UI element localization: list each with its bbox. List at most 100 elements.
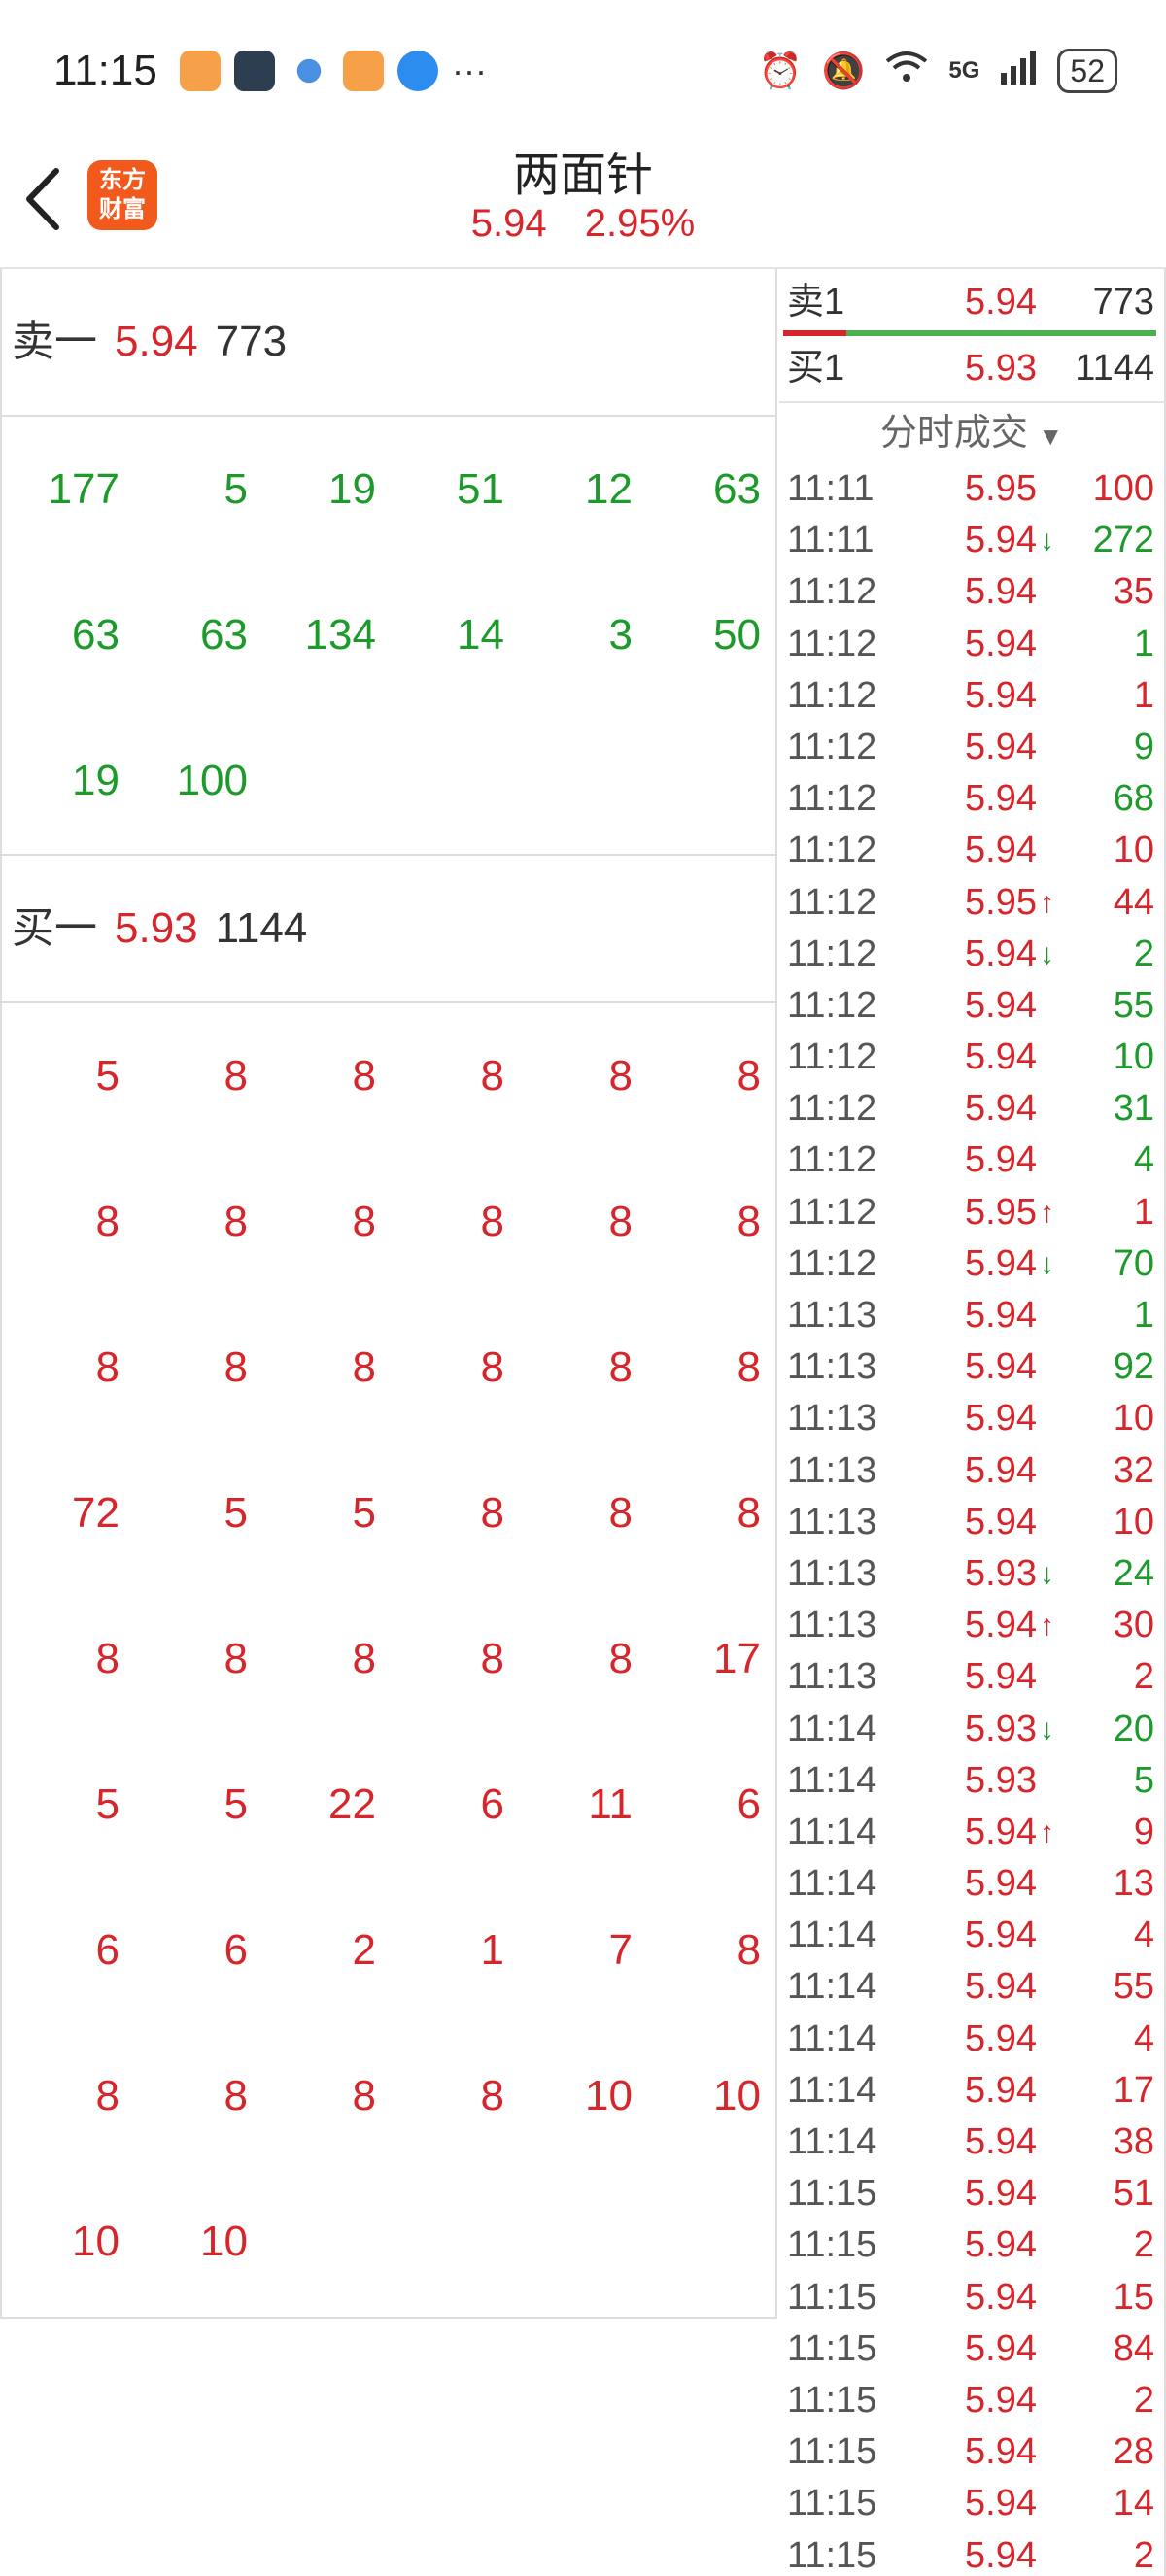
arrow-down-icon: ↓ (1040, 937, 1054, 970)
sell-queue-cell: 19 (72, 757, 120, 804)
trade-price: 5.94 (965, 1863, 1037, 1905)
trade-price: 5.93 (965, 1708, 1037, 1749)
trade-price: 5.94 (965, 2224, 1037, 2266)
buy-queue-cell: 8 (608, 1635, 633, 1682)
buy-queue-cell: 8 (223, 2072, 248, 2119)
trade-row: 11:13 5.94 10 (779, 1497, 1164, 1548)
trade-price: 5.94 (965, 2379, 1037, 2421)
buy-queue-cell: 5 (95, 1052, 120, 1100)
buy-queue-cell: 8 (352, 2072, 376, 2119)
sell-queue-cell: 50 (713, 611, 761, 659)
trade-row: 11:14 5.94 4 (779, 2014, 1164, 2065)
trade-volume: 100 (1092, 468, 1154, 509)
trade-volume: 15 (1113, 2276, 1154, 2318)
trade-price: 5.95 (965, 881, 1037, 923)
trade-price: 5.94 (965, 2483, 1037, 2525)
buy-queue-cell: 8 (480, 1198, 504, 1245)
trade-row: 11:14 5.94 17 (779, 2065, 1164, 2117)
trade-volume: 84 (1113, 2327, 1154, 2369)
trade-price: 5.94 (965, 1088, 1037, 1130)
sell-queue-cell: 63 (713, 465, 761, 513)
sell-queue-row: 177 5 19 51 12 63 (2, 417, 775, 562)
trade-price: 5.93 (965, 1759, 1037, 1801)
buy-queue-cell: 8 (608, 1343, 633, 1391)
chevron-left-icon (26, 168, 59, 230)
trade-volume: 55 (1113, 1966, 1154, 2008)
trade-volume: 4 (1133, 1915, 1154, 1956)
trade-row: 11:12 5.94 35 (779, 566, 1164, 618)
trade-volume: 4 (1133, 2017, 1154, 2059)
stock-header: 两面针 5.94 2.95% 东方 财富 (0, 136, 1166, 267)
eastmoney-logo[interactable]: 东方 财富 (87, 160, 157, 230)
trade-volume: 10 (1113, 1036, 1154, 1078)
buy-queue-row: 8 8 8 8 10 10 (2, 2023, 775, 2169)
trade-row: 11:12 5.94 ↓ 70 (779, 1238, 1164, 1290)
trade-price: 5.94 (965, 1966, 1037, 2008)
buy-queue-cell: 8 (95, 1635, 120, 1682)
wifi-icon (884, 50, 929, 93)
trade-price: 5.94 (965, 984, 1037, 1026)
trade-row: 11:12 5.95 ↑ 1 (779, 1187, 1164, 1238)
buy-queue-cell: 17 (713, 1635, 761, 1682)
arrow-down-icon: ↓ (1040, 1557, 1054, 1590)
trade-row: 11:14 5.93 5 (779, 1755, 1164, 1807)
trade-row: 11:14 5.94 4 (779, 1910, 1164, 1961)
buy-queue-cell: 8 (95, 1343, 120, 1391)
buy-queue-cell: 8 (352, 1198, 376, 1245)
trade-volume: 10 (1113, 1501, 1154, 1542)
trade-price: 5.94 (965, 674, 1037, 716)
buy-queue-row: 10 10 (2, 2169, 775, 2315)
trade-price: 5.95 (965, 468, 1037, 509)
trade-volume: 272 (1092, 520, 1154, 561)
trade-price: 5.94 (965, 778, 1037, 820)
trade-row: 11:14 5.93 ↓ 20 (779, 1704, 1164, 1755)
buy-queue-cell: 2 (352, 1926, 376, 1974)
signal-icon (999, 50, 1038, 93)
status-bar: 11:15 ··· ⏰ 🔕 5G 52 (0, 0, 1166, 146)
buy-queue-cell: 5 (95, 1780, 120, 1828)
buy-queue-cell: 6 (223, 1926, 248, 1974)
buy-queue-row: 5 8 8 8 8 8 (2, 1003, 775, 1149)
buy-queue-cell: 8 (223, 1052, 248, 1100)
arrow-down-icon: ↓ (1040, 1247, 1054, 1280)
trade-row: 11:12 5.94 31 (779, 1083, 1164, 1135)
buy-queue-cell: 6 (95, 1926, 120, 1974)
trade-row: 11:12 5.94 1 (779, 670, 1164, 722)
buy-queue-cell: 8 (480, 1489, 504, 1537)
trade-price: 5.94 (965, 1036, 1037, 1078)
trade-volume: 10 (1113, 1398, 1154, 1440)
trades-list: 11:11 5.95 100 11:11 5.94 ↓ 272 11:12 5.94 35 11:1… (779, 463, 1164, 2576)
buy-one-row: 买一 5.93 1144 (2, 856, 775, 1003)
trade-volume: 9 (1133, 726, 1154, 767)
trade-price: 5.94 (965, 1398, 1037, 1440)
buy-queue-cell: 8 (352, 1052, 376, 1100)
buy-queue-cell: 8 (480, 2072, 504, 2119)
trade-price: 5.93 (965, 1552, 1037, 1594)
buy-queue-cell: 8 (608, 1198, 633, 1245)
trade-row: 11:13 5.94 1 (779, 1290, 1164, 1341)
trade-row: 11:15 5.94 2 (779, 2375, 1164, 2426)
trade-price: 5.94 (965, 1449, 1037, 1491)
order-book-buy1: 买1 5.93 1144 (787, 348, 1154, 389)
arrow-down-icon: ↓ (1040, 1712, 1054, 1746)
trade-volume: 44 (1113, 881, 1154, 923)
trade-row: 11:15 5.94 51 (779, 2168, 1164, 2220)
arrow-up-icon: ↑ (1040, 1196, 1054, 1229)
sell-queue-cell: 14 (457, 611, 504, 659)
trade-volume: 20 (1113, 1708, 1154, 1749)
app-bot-icon (234, 51, 275, 91)
trade-price: 5.94 (965, 571, 1037, 613)
trade-volume: 1 (1133, 1295, 1154, 1336)
trade-ticker-panel[interactable]: 卖1 5.94 773 买1 5.93 1144 分时成交 ▼ 11:11 5.9… (779, 269, 1166, 2576)
trades-dropdown[interactable]: 分时成交 ▼ (779, 403, 1164, 463)
buy-queue-cell: 10 (72, 2218, 120, 2265)
buy-queue-cell: 5 (223, 1489, 248, 1537)
trade-row: 11:12 5.94 4 (779, 1135, 1164, 1186)
trade-price: 5.94 (965, 520, 1037, 561)
buy-queue-cell: 7 (608, 1926, 633, 1974)
back-button[interactable] (19, 165, 78, 233)
trade-row: 11:13 5.93 ↓ 24 (779, 1548, 1164, 1600)
app-orange-heart-icon (343, 51, 384, 91)
trade-price: 5.95 (965, 1191, 1037, 1233)
buy-queue-cell: 6 (737, 1780, 761, 1828)
